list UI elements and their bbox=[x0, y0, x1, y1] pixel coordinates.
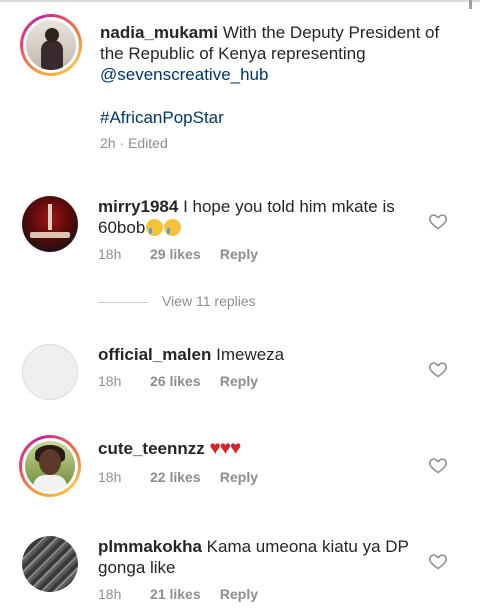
comment-username[interactable]: plmmakokha bbox=[98, 537, 202, 556]
comment-time: 18h bbox=[98, 469, 122, 485]
crying-face-icon bbox=[146, 219, 164, 236]
avatar[interactable] bbox=[22, 536, 78, 592]
replies-divider bbox=[98, 301, 148, 303]
comment-likes[interactable]: 22 likes bbox=[150, 469, 208, 485]
caption-mention[interactable]: @sevenscreative_hub bbox=[100, 65, 268, 84]
comment-time: 18h bbox=[98, 373, 122, 389]
avatar[interactable] bbox=[19, 435, 81, 497]
avatar[interactable] bbox=[22, 196, 78, 252]
view-replies[interactable]: View 11 replies bbox=[98, 293, 256, 309]
comment-text: plmmakokha Kama umeona kiatu ya DP gonga… bbox=[98, 536, 418, 578]
comment-meta: 18h 22 likes Reply bbox=[98, 469, 258, 485]
caption-meta: 2h · Edited bbox=[100, 135, 168, 151]
heart-outline-icon[interactable] bbox=[428, 211, 448, 231]
comment-likes[interactable]: 21 likes bbox=[150, 586, 208, 602]
comment-time: 18h bbox=[98, 586, 122, 602]
caption-time: 2h bbox=[100, 135, 116, 151]
crying-face-icon bbox=[164, 219, 182, 236]
caption-edited: Edited bbox=[128, 135, 168, 151]
comment-username[interactable]: mirry1984 bbox=[98, 197, 178, 216]
comment-text: official_malen Imeweza bbox=[98, 344, 418, 365]
caption-username[interactable]: nadia_mukami bbox=[100, 23, 218, 42]
post-caption: nadia_mukami With the Deputy President o… bbox=[18, 14, 468, 164]
heart-outline-icon[interactable] bbox=[428, 551, 448, 571]
view-replies-label[interactable]: View 11 replies bbox=[162, 293, 256, 309]
comment-likes[interactable]: 26 likes bbox=[150, 373, 208, 389]
comment-meta: 18h 26 likes Reply bbox=[98, 373, 258, 389]
caption-text: nadia_mukami With the Deputy President o… bbox=[100, 22, 460, 128]
avatar[interactable] bbox=[22, 344, 78, 400]
reply-button[interactable]: Reply bbox=[220, 246, 258, 262]
comment-text: mirry1984 I hope you told him mkate is 6… bbox=[98, 196, 418, 238]
comment-body: Imeweza bbox=[216, 345, 285, 364]
comment-meta: 18h 29 likes Reply bbox=[98, 246, 258, 262]
heart-outline-icon[interactable] bbox=[428, 455, 448, 475]
comment-meta: 18h 21 likes Reply bbox=[98, 586, 258, 602]
reply-button[interactable]: Reply bbox=[220, 373, 258, 389]
caption-hashtag[interactable]: #AfricanPopStar bbox=[100, 107, 460, 128]
comment-username[interactable]: official_malen bbox=[98, 345, 211, 364]
comment-likes[interactable]: 29 likes bbox=[150, 246, 208, 262]
heart-outline-icon[interactable] bbox=[428, 359, 448, 379]
comment-text: cute_teennzz ♥♥♥ bbox=[98, 438, 418, 459]
comment-username[interactable]: cute_teennzz bbox=[98, 439, 205, 458]
top-divider bbox=[0, 0, 480, 9]
comment-body: ♥♥♥ bbox=[209, 438, 241, 459]
reply-button[interactable]: Reply bbox=[220, 469, 258, 485]
comment-time: 18h bbox=[98, 246, 122, 262]
reply-button[interactable]: Reply bbox=[220, 586, 258, 602]
caption-avatar[interactable] bbox=[20, 14, 82, 76]
